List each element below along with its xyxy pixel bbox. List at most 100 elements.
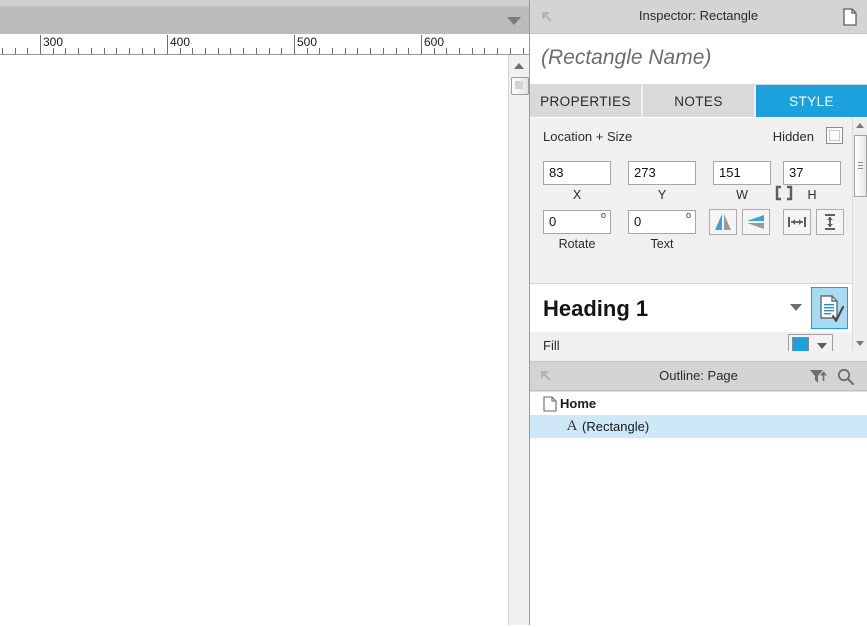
height-field[interactable]: 37 [783,161,841,185]
ruler-minor-tick [459,48,460,54]
canvas-scroll-thumb[interactable] [511,77,529,95]
ruler-label: 500 [297,35,318,49]
rotate-value[interactable]: 0 [549,214,589,229]
filter-icon[interactable] [808,367,828,386]
width-value[interactable]: 151 [719,165,759,180]
ruler-minor-tick [357,48,358,54]
object-name-field[interactable]: (Rectangle Name) [530,34,867,85]
ruler-label: 400 [170,35,191,49]
location-size-section-header: Location + Size Hidden [530,126,867,150]
edit-style-icon[interactable] [811,287,848,329]
text-rotate-value[interactable]: 0 [634,214,674,229]
page-icon [540,395,560,412]
ruler-minor-tick [319,48,320,54]
x-field[interactable]: 83 [543,161,611,185]
inspector-tabs: PROPERTIES NOTES STYLE [530,85,867,117]
ruler-minor-tick [396,48,397,54]
canvas-vertical-scrollbar[interactable] [508,55,530,625]
scroll-up-arrow-icon[interactable] [856,123,864,128]
ruler-minor-tick [15,48,16,54]
text-rotate-degree-symbol: o [685,210,691,220]
outline-row-label: Home [560,396,597,411]
ruler-minor-tick [484,48,485,54]
rotate-field[interactable]: 0 o [543,210,611,234]
design-canvas[interactable] [0,55,508,625]
height-label: H [807,188,817,202]
inspector-panel: Inspector: Rectangle (Rectangle Name) PR… [530,0,867,627]
text-rotate-label: Text [650,237,674,251]
tab-style[interactable]: STYLE [756,85,867,117]
fill-color-swatch[interactable] [792,337,809,351]
ruler-label: 300 [43,35,64,49]
inspector-vertical-scrollbar[interactable] [852,118,867,351]
scroll-up-arrow-icon[interactable] [514,63,524,69]
ruler-minor-tick [154,48,155,54]
ruler-minor-tick [218,48,219,54]
ruler-minor-tick [256,48,257,54]
ruler-minor-tick [383,48,384,54]
chevron-down-icon[interactable] [507,17,521,25]
ruler-minor-tick [332,48,333,54]
section-label: Location + Size [543,129,633,144]
ruler-minor-tick [497,48,498,54]
height-value[interactable]: 37 [789,165,829,180]
style-tab-content: Location + Size Hidden 83 X 273 Y 151 W [530,117,867,351]
object-name-value[interactable]: (Rectangle Name) [541,46,711,70]
hidden-checkbox[interactable] [826,127,843,144]
y-value[interactable]: 273 [634,165,674,180]
text-a-icon: A [566,418,578,434]
chevron-down-icon[interactable] [817,343,827,349]
flip-vertical-button[interactable] [742,209,770,235]
fill-row: Fill [530,332,852,351]
text-rotate-field[interactable]: 0 o [628,210,696,234]
outline-tree: Home A (Rectangle) [530,391,867,627]
fill-color-picker[interactable] [788,334,833,351]
ruler-minor-tick [192,48,193,54]
ruler-minor-tick [523,48,524,54]
outline-row-label: (Rectangle) [582,419,650,434]
ruler-minor-tick [142,48,143,54]
ruler-major-tick [40,35,41,54]
outline-row-home[interactable]: Home [530,392,867,415]
ruler-major-tick [167,35,168,54]
ruler-minor-tick [472,48,473,54]
fit-height-button[interactable] [816,209,844,235]
ruler-major-tick [294,35,295,54]
tab-notes[interactable]: NOTES [643,85,756,117]
hidden-label: Hidden [772,129,814,144]
ruler-minor-tick [91,48,92,54]
outline-header: Outline: Page [530,362,867,391]
ruler-minor-tick [104,48,105,54]
text-style-row[interactable]: Heading 1 [530,283,852,333]
flip-horizontal-button[interactable] [709,209,737,235]
inspector-title: Inspector: Rectangle [638,8,759,23]
outline-row-rectangle[interactable]: A (Rectangle) [530,415,867,438]
ruler-minor-tick [129,48,130,54]
rotate-label: Rotate [558,237,596,251]
text-style-value[interactable]: Heading 1 [543,296,648,322]
horizontal-ruler: 300 400 500 600 [0,34,530,55]
ruler-minor-tick [243,48,244,54]
toolbar-strip [0,0,530,7]
width-label: W [736,188,748,202]
ruler-minor-tick [65,48,66,54]
x-label: X [572,188,582,202]
y-field[interactable]: 273 [628,161,696,185]
fit-width-button[interactable] [783,209,811,235]
ruler-minor-tick [370,48,371,54]
width-field[interactable]: 151 [713,161,771,185]
rotate-degree-symbol: o [600,210,606,220]
ruler-minor-tick [116,48,117,54]
ruler-major-tick [421,35,422,54]
page-icon[interactable] [838,5,862,29]
ruler-minor-tick [230,48,231,54]
x-value[interactable]: 83 [549,165,589,180]
application-window: 300 400 500 600 Inspector: Rectangle (Re… [0,0,867,627]
tab-properties[interactable]: PROPERTIES [530,85,643,117]
inspector-scroll-thumb[interactable] [854,135,867,197]
search-icon[interactable] [836,367,855,386]
scroll-down-arrow-icon[interactable] [856,341,864,346]
ruler-minor-tick [269,48,270,54]
canvas-tab-bar[interactable] [0,7,529,35]
chevron-down-icon[interactable] [790,304,802,311]
